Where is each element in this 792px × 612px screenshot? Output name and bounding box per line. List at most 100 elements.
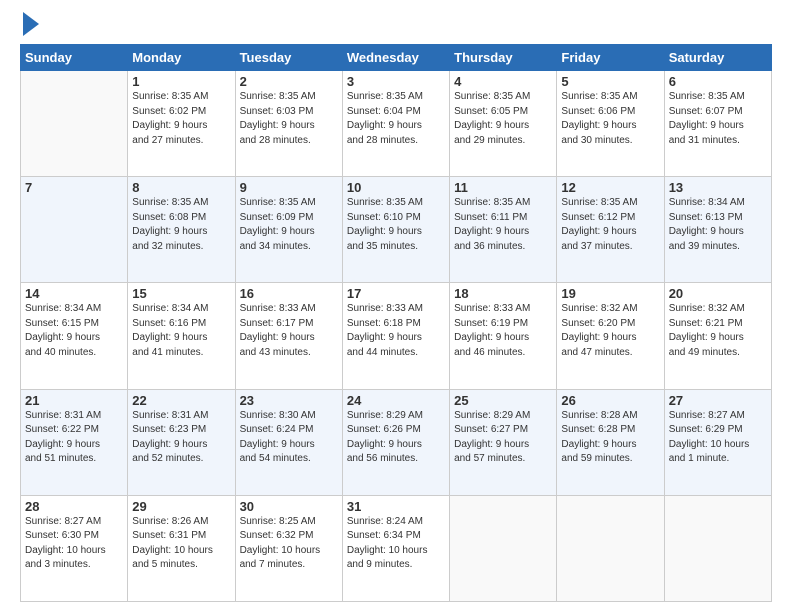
day-info: Sunrise: 8:35 AM Sunset: 6:04 PM Dayligh… (347, 90, 445, 148)
day-info: Sunrise: 8:35 AM Sunset: 6:07 PM Dayligh… (669, 90, 767, 148)
day-info: Sunrise: 8:33 AM Sunset: 6:17 PM Dayligh… (240, 302, 338, 360)
day-info: Sunrise: 8:29 AM Sunset: 6:26 PM Dayligh… (347, 409, 445, 467)
calendar-cell: 28Sunrise: 8:27 AM Sunset: 6:30 PM Dayli… (21, 495, 128, 601)
day-info: Sunrise: 8:31 AM Sunset: 6:22 PM Dayligh… (25, 409, 123, 467)
day-info: Sunrise: 8:30 AM Sunset: 6:24 PM Dayligh… (240, 409, 338, 467)
calendar-cell: 22Sunrise: 8:31 AM Sunset: 6:23 PM Dayli… (128, 389, 235, 495)
day-info: Sunrise: 8:33 AM Sunset: 6:18 PM Dayligh… (347, 302, 445, 360)
weekday-header-wednesday: Wednesday (342, 45, 449, 71)
day-info: Sunrise: 8:33 AM Sunset: 6:19 PM Dayligh… (454, 302, 552, 360)
calendar-cell (450, 495, 557, 601)
calendar-cell: 25Sunrise: 8:29 AM Sunset: 6:27 PM Dayli… (450, 389, 557, 495)
day-info: Sunrise: 8:31 AM Sunset: 6:23 PM Dayligh… (132, 409, 230, 467)
day-info: Sunrise: 8:28 AM Sunset: 6:28 PM Dayligh… (561, 409, 659, 467)
calendar-cell: 15Sunrise: 8:34 AM Sunset: 6:16 PM Dayli… (128, 283, 235, 389)
calendar-cell: 21Sunrise: 8:31 AM Sunset: 6:22 PM Dayli… (21, 389, 128, 495)
logo (20, 16, 39, 36)
weekday-header-friday: Friday (557, 45, 664, 71)
weekday-header-row: SundayMondayTuesdayWednesdayThursdayFrid… (21, 45, 772, 71)
day-number: 30 (240, 499, 338, 514)
calendar-cell (21, 71, 128, 177)
day-number: 7 (25, 180, 123, 195)
day-number: 22 (132, 393, 230, 408)
calendar-cell: 16Sunrise: 8:33 AM Sunset: 6:17 PM Dayli… (235, 283, 342, 389)
calendar-cell: 14Sunrise: 8:34 AM Sunset: 6:15 PM Dayli… (21, 283, 128, 389)
calendar-week-5: 28Sunrise: 8:27 AM Sunset: 6:30 PM Dayli… (21, 495, 772, 601)
day-info: Sunrise: 8:35 AM Sunset: 6:08 PM Dayligh… (132, 196, 230, 254)
day-number: 27 (669, 393, 767, 408)
page: SundayMondayTuesdayWednesdayThursdayFrid… (0, 0, 792, 612)
day-number: 24 (347, 393, 445, 408)
day-number: 31 (347, 499, 445, 514)
day-number: 8 (132, 180, 230, 195)
calendar-cell: 1Sunrise: 8:35 AM Sunset: 6:02 PM Daylig… (128, 71, 235, 177)
day-number: 9 (240, 180, 338, 195)
calendar-cell: 24Sunrise: 8:29 AM Sunset: 6:26 PM Dayli… (342, 389, 449, 495)
calendar-cell (557, 495, 664, 601)
day-info: Sunrise: 8:35 AM Sunset: 6:10 PM Dayligh… (347, 196, 445, 254)
day-number: 10 (347, 180, 445, 195)
weekday-header-monday: Monday (128, 45, 235, 71)
calendar-cell: 29Sunrise: 8:26 AM Sunset: 6:31 PM Dayli… (128, 495, 235, 601)
calendar-cell: 23Sunrise: 8:30 AM Sunset: 6:24 PM Dayli… (235, 389, 342, 495)
weekday-header-sunday: Sunday (21, 45, 128, 71)
day-info: Sunrise: 8:27 AM Sunset: 6:29 PM Dayligh… (669, 409, 767, 467)
day-info: Sunrise: 8:34 AM Sunset: 6:15 PM Dayligh… (25, 302, 123, 360)
day-info: Sunrise: 8:35 AM Sunset: 6:05 PM Dayligh… (454, 90, 552, 148)
weekday-header-tuesday: Tuesday (235, 45, 342, 71)
calendar-cell: 17Sunrise: 8:33 AM Sunset: 6:18 PM Dayli… (342, 283, 449, 389)
calendar-cell: 4Sunrise: 8:35 AM Sunset: 6:05 PM Daylig… (450, 71, 557, 177)
day-info: Sunrise: 8:35 AM Sunset: 6:12 PM Dayligh… (561, 196, 659, 254)
day-info: Sunrise: 8:25 AM Sunset: 6:32 PM Dayligh… (240, 515, 338, 573)
day-number: 14 (25, 286, 123, 301)
day-number: 3 (347, 74, 445, 89)
day-info: Sunrise: 8:26 AM Sunset: 6:31 PM Dayligh… (132, 515, 230, 573)
day-number: 4 (454, 74, 552, 89)
day-number: 6 (669, 74, 767, 89)
day-info: Sunrise: 8:35 AM Sunset: 6:02 PM Dayligh… (132, 90, 230, 148)
day-info: Sunrise: 8:29 AM Sunset: 6:27 PM Dayligh… (454, 409, 552, 467)
calendar-cell: 26Sunrise: 8:28 AM Sunset: 6:28 PM Dayli… (557, 389, 664, 495)
calendar-cell: 30Sunrise: 8:25 AM Sunset: 6:32 PM Dayli… (235, 495, 342, 601)
calendar-cell: 5Sunrise: 8:35 AM Sunset: 6:06 PM Daylig… (557, 71, 664, 177)
day-number: 21 (25, 393, 123, 408)
day-number: 2 (240, 74, 338, 89)
day-info: Sunrise: 8:32 AM Sunset: 6:20 PM Dayligh… (561, 302, 659, 360)
calendar-cell (664, 495, 771, 601)
calendar-cell: 11Sunrise: 8:35 AM Sunset: 6:11 PM Dayli… (450, 177, 557, 283)
calendar-week-4: 21Sunrise: 8:31 AM Sunset: 6:22 PM Dayli… (21, 389, 772, 495)
calendar-cell: 6Sunrise: 8:35 AM Sunset: 6:07 PM Daylig… (664, 71, 771, 177)
calendar-cell: 13Sunrise: 8:34 AM Sunset: 6:13 PM Dayli… (664, 177, 771, 283)
calendar-week-2: 78Sunrise: 8:35 AM Sunset: 6:08 PM Dayli… (21, 177, 772, 283)
day-info: Sunrise: 8:34 AM Sunset: 6:13 PM Dayligh… (669, 196, 767, 254)
calendar-cell: 3Sunrise: 8:35 AM Sunset: 6:04 PM Daylig… (342, 71, 449, 177)
calendar-cell: 20Sunrise: 8:32 AM Sunset: 6:21 PM Dayli… (664, 283, 771, 389)
calendar-cell: 12Sunrise: 8:35 AM Sunset: 6:12 PM Dayli… (557, 177, 664, 283)
day-number: 29 (132, 499, 230, 514)
day-info: Sunrise: 8:27 AM Sunset: 6:30 PM Dayligh… (25, 515, 123, 573)
calendar-cell: 2Sunrise: 8:35 AM Sunset: 6:03 PM Daylig… (235, 71, 342, 177)
day-info: Sunrise: 8:24 AM Sunset: 6:34 PM Dayligh… (347, 515, 445, 573)
day-info: Sunrise: 8:35 AM Sunset: 6:09 PM Dayligh… (240, 196, 338, 254)
day-number: 1 (132, 74, 230, 89)
day-number: 18 (454, 286, 552, 301)
calendar-cell: 27Sunrise: 8:27 AM Sunset: 6:29 PM Dayli… (664, 389, 771, 495)
day-info: Sunrise: 8:35 AM Sunset: 6:06 PM Dayligh… (561, 90, 659, 148)
day-number: 5 (561, 74, 659, 89)
day-info: Sunrise: 8:34 AM Sunset: 6:16 PM Dayligh… (132, 302, 230, 360)
weekday-header-saturday: Saturday (664, 45, 771, 71)
day-number: 15 (132, 286, 230, 301)
calendar-cell: 10Sunrise: 8:35 AM Sunset: 6:10 PM Dayli… (342, 177, 449, 283)
day-number: 16 (240, 286, 338, 301)
calendar-table: SundayMondayTuesdayWednesdayThursdayFrid… (20, 44, 772, 602)
day-number: 23 (240, 393, 338, 408)
calendar-cell: 18Sunrise: 8:33 AM Sunset: 6:19 PM Dayli… (450, 283, 557, 389)
calendar-cell: 31Sunrise: 8:24 AM Sunset: 6:34 PM Dayli… (342, 495, 449, 601)
calendar-cell: 19Sunrise: 8:32 AM Sunset: 6:20 PM Dayli… (557, 283, 664, 389)
calendar-cell: 9Sunrise: 8:35 AM Sunset: 6:09 PM Daylig… (235, 177, 342, 283)
day-number: 20 (669, 286, 767, 301)
calendar-week-3: 14Sunrise: 8:34 AM Sunset: 6:15 PM Dayli… (21, 283, 772, 389)
calendar-week-1: 1Sunrise: 8:35 AM Sunset: 6:02 PM Daylig… (21, 71, 772, 177)
day-number: 25 (454, 393, 552, 408)
calendar-cell: 8Sunrise: 8:35 AM Sunset: 6:08 PM Daylig… (128, 177, 235, 283)
